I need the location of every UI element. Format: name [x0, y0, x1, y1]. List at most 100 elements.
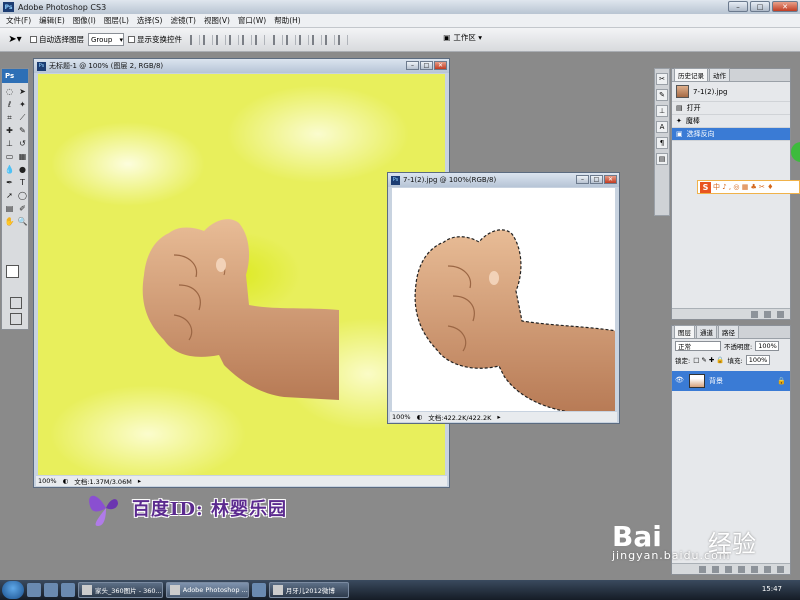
auto-select-option[interactable]: 自动选择图层 [30, 34, 84, 45]
dodge-tool-icon[interactable]: ● [16, 163, 29, 176]
history-snapshot[interactable]: 7-1(2).jpg [672, 82, 790, 102]
eraser-tool-icon[interactable]: ▭ [3, 150, 16, 163]
paragraph-icon[interactable]: ¶ [656, 137, 668, 149]
align-vcenter-icon[interactable] [203, 34, 213, 45]
document-canvas[interactable] [38, 74, 445, 475]
character-icon[interactable]: A [656, 121, 668, 133]
type-tool-icon[interactable]: T [16, 176, 29, 189]
menu-help[interactable]: 帮助(H) [270, 15, 305, 26]
path-selection-tool-icon[interactable]: ➚ [3, 189, 16, 202]
auto-select-checkbox[interactable] [30, 36, 37, 43]
document-canvas[interactable] [392, 188, 615, 411]
blur-tool-icon[interactable]: 💧 [3, 163, 16, 176]
tools-preset-icon[interactable]: ✂ [656, 73, 668, 85]
distribute-bottom-icon[interactable] [299, 34, 309, 45]
distribute-left-icon[interactable] [312, 34, 322, 45]
move-tool-icon[interactable]: ➤ [16, 85, 29, 98]
distribute-vcenter-icon[interactable] [286, 34, 296, 45]
move-tool-preset-icon[interactable]: ➤▾ [4, 32, 26, 48]
gradient-tool-icon[interactable]: ▦ [16, 150, 29, 163]
menu-file[interactable]: 文件(F) [2, 15, 35, 26]
opacity-field[interactable]: 100% [755, 341, 780, 351]
menu-select[interactable]: 选择(S) [133, 15, 167, 26]
input-method-bar[interactable]: S 中 ♪ , ◎ ▦ ♣ ✂ ♦ [697, 180, 800, 194]
quicklaunch-browser-icon[interactable] [61, 583, 75, 597]
zoom-level[interactable]: 100% [38, 477, 57, 485]
history-brush-tool-icon[interactable]: ↺ [16, 137, 29, 150]
layer-row-background[interactable]: 👁 背景 🔒 [672, 371, 790, 391]
layer-comps-icon[interactable]: ▤ [656, 153, 668, 165]
show-transform-checkbox[interactable] [128, 36, 135, 43]
fill-field[interactable]: 100% [745, 355, 770, 365]
menu-window[interactable]: 窗口(W) [234, 15, 270, 26]
distribute-hcenter-icon[interactable] [325, 34, 335, 45]
align-top-icon[interactable] [190, 34, 200, 45]
zoom-tool-icon[interactable]: 🔍 [16, 215, 29, 228]
screen-mode-icon[interactable] [10, 313, 22, 325]
clone-stamp-tool-icon[interactable]: ⊥ [3, 137, 16, 150]
hand-tool-icon[interactable]: ✋ [3, 215, 16, 228]
eyedropper-tool-icon[interactable]: ✐ [16, 202, 29, 215]
menu-image[interactable]: 图像(I) [69, 15, 100, 26]
brush-tool-icon[interactable]: ✎ [16, 124, 29, 137]
crop-tool-icon[interactable]: ⌗ [3, 111, 16, 124]
tab-layers[interactable]: 图层 [674, 325, 695, 338]
tab-actions[interactable]: 动作 [709, 68, 730, 81]
distribute-right-icon[interactable] [338, 34, 348, 45]
workspace-menu[interactable]: ▣ 工作区 ▾ [443, 32, 482, 43]
side-float-icon[interactable] [791, 142, 800, 162]
menu-layer[interactable]: 图层(L) [100, 15, 133, 26]
notes-tool-icon[interactable]: ▤ [3, 202, 16, 215]
slice-tool-icon[interactable]: ⟋ [16, 111, 29, 124]
menu-edit[interactable]: 编辑(E) [35, 15, 69, 26]
pen-tool-icon[interactable]: ✒ [3, 176, 16, 189]
blend-mode-dropdown[interactable]: 正常 [675, 341, 721, 351]
close-button[interactable]: ✕ [772, 1, 798, 12]
trash-icon[interactable] [777, 310, 784, 318]
document-window-jpg[interactable]: Ps 7-1(2).jpg @ 100%(RGB/8) – □ ✕ 100% ◐… [387, 172, 620, 424]
status-arrow-icon[interactable]: ▸ [138, 477, 141, 485]
history-item[interactable]: ▤ 打开 [672, 102, 790, 115]
distribute-top-icon[interactable] [273, 34, 283, 45]
quick-mask-icon[interactable] [10, 297, 22, 309]
align-right-icon[interactable] [255, 34, 265, 45]
status-menu-icon[interactable]: ◐ [63, 477, 69, 485]
doc-maximize-button[interactable]: □ [590, 175, 603, 184]
zoom-level[interactable]: 100% [392, 413, 411, 421]
align-left-icon[interactable] [229, 34, 239, 45]
history-item-selected[interactable]: ▣ 选择反向 [672, 128, 790, 141]
taskbar-item-active[interactable]: Adobe Photoshop ... [165, 582, 249, 598]
magic-wand-tool-icon[interactable]: ✦ [16, 98, 29, 111]
doc-minimize-button[interactable]: – [406, 61, 419, 70]
status-menu-icon[interactable]: ◐ [417, 413, 423, 421]
tab-paths[interactable]: 路径 [718, 325, 739, 338]
minimize-button[interactable]: – [728, 1, 748, 12]
tab-history[interactable]: 历史记录 [674, 68, 708, 81]
tab-channels[interactable]: 通道 [696, 325, 717, 338]
doc-minimize-button[interactable]: – [576, 175, 589, 184]
eye-icon[interactable]: 👁 [675, 376, 685, 386]
new-document-icon[interactable] [751, 310, 758, 318]
taskbar-item[interactable]: 月牙儿2012微博 [268, 582, 349, 598]
status-arrow-icon[interactable]: ▸ [497, 413, 500, 421]
taskbar-item[interactable]: 家头_360图片 - 360... [78, 582, 163, 598]
align-bottom-icon[interactable] [216, 34, 226, 45]
quicklaunch-media-icon[interactable] [44, 583, 58, 597]
healing-brush-tool-icon[interactable]: ✚ [3, 124, 16, 137]
shape-tool-icon[interactable]: ◯ [16, 189, 29, 202]
lock-icons[interactable]: □ ✎ ✚ 🔒 [693, 356, 724, 364]
marquee-tool-icon[interactable]: ◌ [3, 85, 16, 98]
document-title-bar[interactable]: Ps 7-1(2).jpg @ 100%(RGB/8) – □ ✕ [388, 173, 619, 187]
menu-view[interactable]: 视图(V) [200, 15, 234, 26]
lasso-tool-icon[interactable]: ℓ [3, 98, 16, 111]
brushes-icon[interactable]: ✎ [656, 89, 668, 101]
taskbar-app-icon[interactable] [251, 583, 266, 597]
auto-select-type-dropdown[interactable]: Group ▾ [88, 33, 124, 46]
doc-close-button[interactable]: ✕ [604, 175, 617, 184]
foreground-color-swatch[interactable] [6, 265, 19, 278]
doc-maximize-button[interactable]: □ [420, 61, 433, 70]
document-title-bar[interactable]: Ps 无标题-1 @ 100% (图层 2, RGB/8) – □ ✕ [34, 59, 449, 73]
start-button[interactable] [2, 581, 24, 599]
align-hcenter-icon[interactable] [242, 34, 252, 45]
quicklaunch-explorer-icon[interactable] [27, 583, 41, 597]
